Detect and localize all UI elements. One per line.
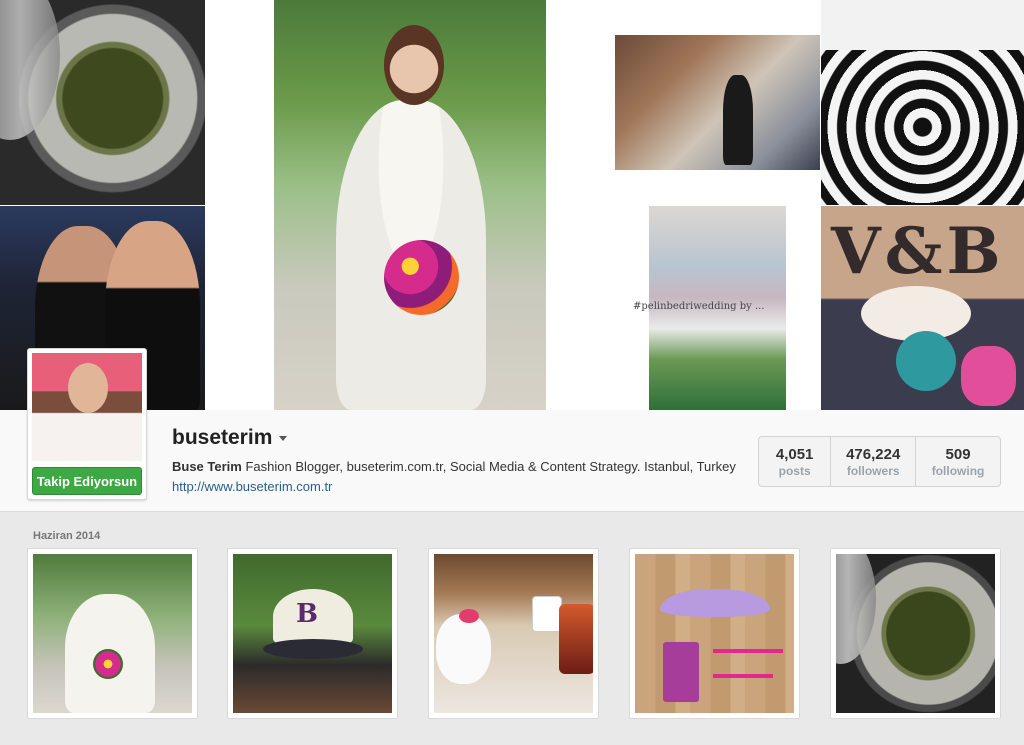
pier-figure <box>723 75 753 165</box>
profile-bio: Buse Terim Fashion Blogger, buseterim.co… <box>172 457 737 497</box>
thumb-pot-lid <box>836 554 876 664</box>
stat-following[interactable]: 509 following <box>915 437 1000 486</box>
thumb-cup <box>532 596 562 632</box>
thumb-image: B <box>233 554 392 713</box>
bride-photo-background <box>274 0 546 410</box>
posts-label: posts <box>778 463 811 478</box>
collage-photo-dolma-pot[interactable] <box>0 0 205 205</box>
feed-thumb-dolma[interactable] <box>830 548 1001 719</box>
thumb-image <box>33 554 192 713</box>
thumb-bouquet <box>93 649 123 679</box>
bride-bouquet <box>384 240 459 315</box>
thumb-kitty <box>436 614 491 684</box>
thumb-image <box>434 554 593 713</box>
avatar-face <box>68 363 108 413</box>
collage-photo-ceremony[interactable]: #pelinbedriwedding by ... <box>615 206 820 410</box>
bio-text: Fashion Blogger, buseterim.com.tr, Socia… <box>241 459 736 474</box>
thumb-cap-brim <box>263 639 363 659</box>
following-count: 509 <box>945 445 971 463</box>
website-link[interactable]: http://www.buseterim.com.tr <box>172 479 332 494</box>
profile-stats: 4,051 posts 476,224 followers 509 follow… <box>758 436 1001 487</box>
thumb-mustache <box>660 589 770 617</box>
pot-lid <box>0 0 60 140</box>
vb-pillows: V&B <box>831 214 1005 289</box>
collage-photo-spiral[interactable] <box>821 0 1024 205</box>
username-row: buseterim <box>172 426 288 450</box>
bride-head <box>384 25 444 105</box>
blue-glass <box>896 331 956 391</box>
avatar-card: Takip Ediyorsun <box>27 348 147 500</box>
following-label: following <box>931 463 985 478</box>
full-name: Buse Terim <box>172 459 242 474</box>
feed-thumb-cap[interactable]: B <box>227 548 398 719</box>
username[interactable]: buseterim <box>172 426 272 450</box>
spiral-top-strip <box>821 0 1024 50</box>
feed-thumb-bride[interactable] <box>27 548 198 719</box>
thumb-glass <box>559 604 593 674</box>
thumb-wallet <box>663 642 699 702</box>
thumb-image <box>635 554 794 713</box>
collage-photo-table-setting[interactable]: V&B <box>821 206 1024 410</box>
thumb-cap-logo: B <box>296 599 318 629</box>
collage-photo-bride[interactable] <box>206 0 614 410</box>
pier-photo <box>615 35 820 170</box>
feed-thumb-hello-kitty[interactable] <box>428 548 599 719</box>
header-collage: #pelinbedriwedding by ... V&B <box>0 0 1024 410</box>
feed-thumb-mustache[interactable] <box>629 548 800 719</box>
thumb-kitty-bow <box>459 609 479 623</box>
pink-glass <box>961 346 1016 406</box>
caret-down-icon[interactable] <box>279 435 288 441</box>
thumb-image <box>836 554 995 713</box>
followers-count: 476,224 <box>846 445 901 463</box>
following-button[interactable]: Takip Ediyorsun <box>32 467 142 495</box>
collage-photo-pier[interactable] <box>615 0 820 205</box>
stat-followers[interactable]: 476,224 followers <box>830 437 915 486</box>
thumb-pen <box>713 649 783 653</box>
followers-label: followers <box>846 463 900 478</box>
ceremony-caption: #pelinbedriwedding by ... <box>633 301 765 312</box>
month-label: Haziran 2014 <box>33 530 101 542</box>
avatar[interactable] <box>32 353 142 461</box>
stat-posts[interactable]: 4,051 posts <box>759 437 830 486</box>
posts-count: 4,051 <box>775 445 814 463</box>
thumb-pen <box>713 674 773 678</box>
